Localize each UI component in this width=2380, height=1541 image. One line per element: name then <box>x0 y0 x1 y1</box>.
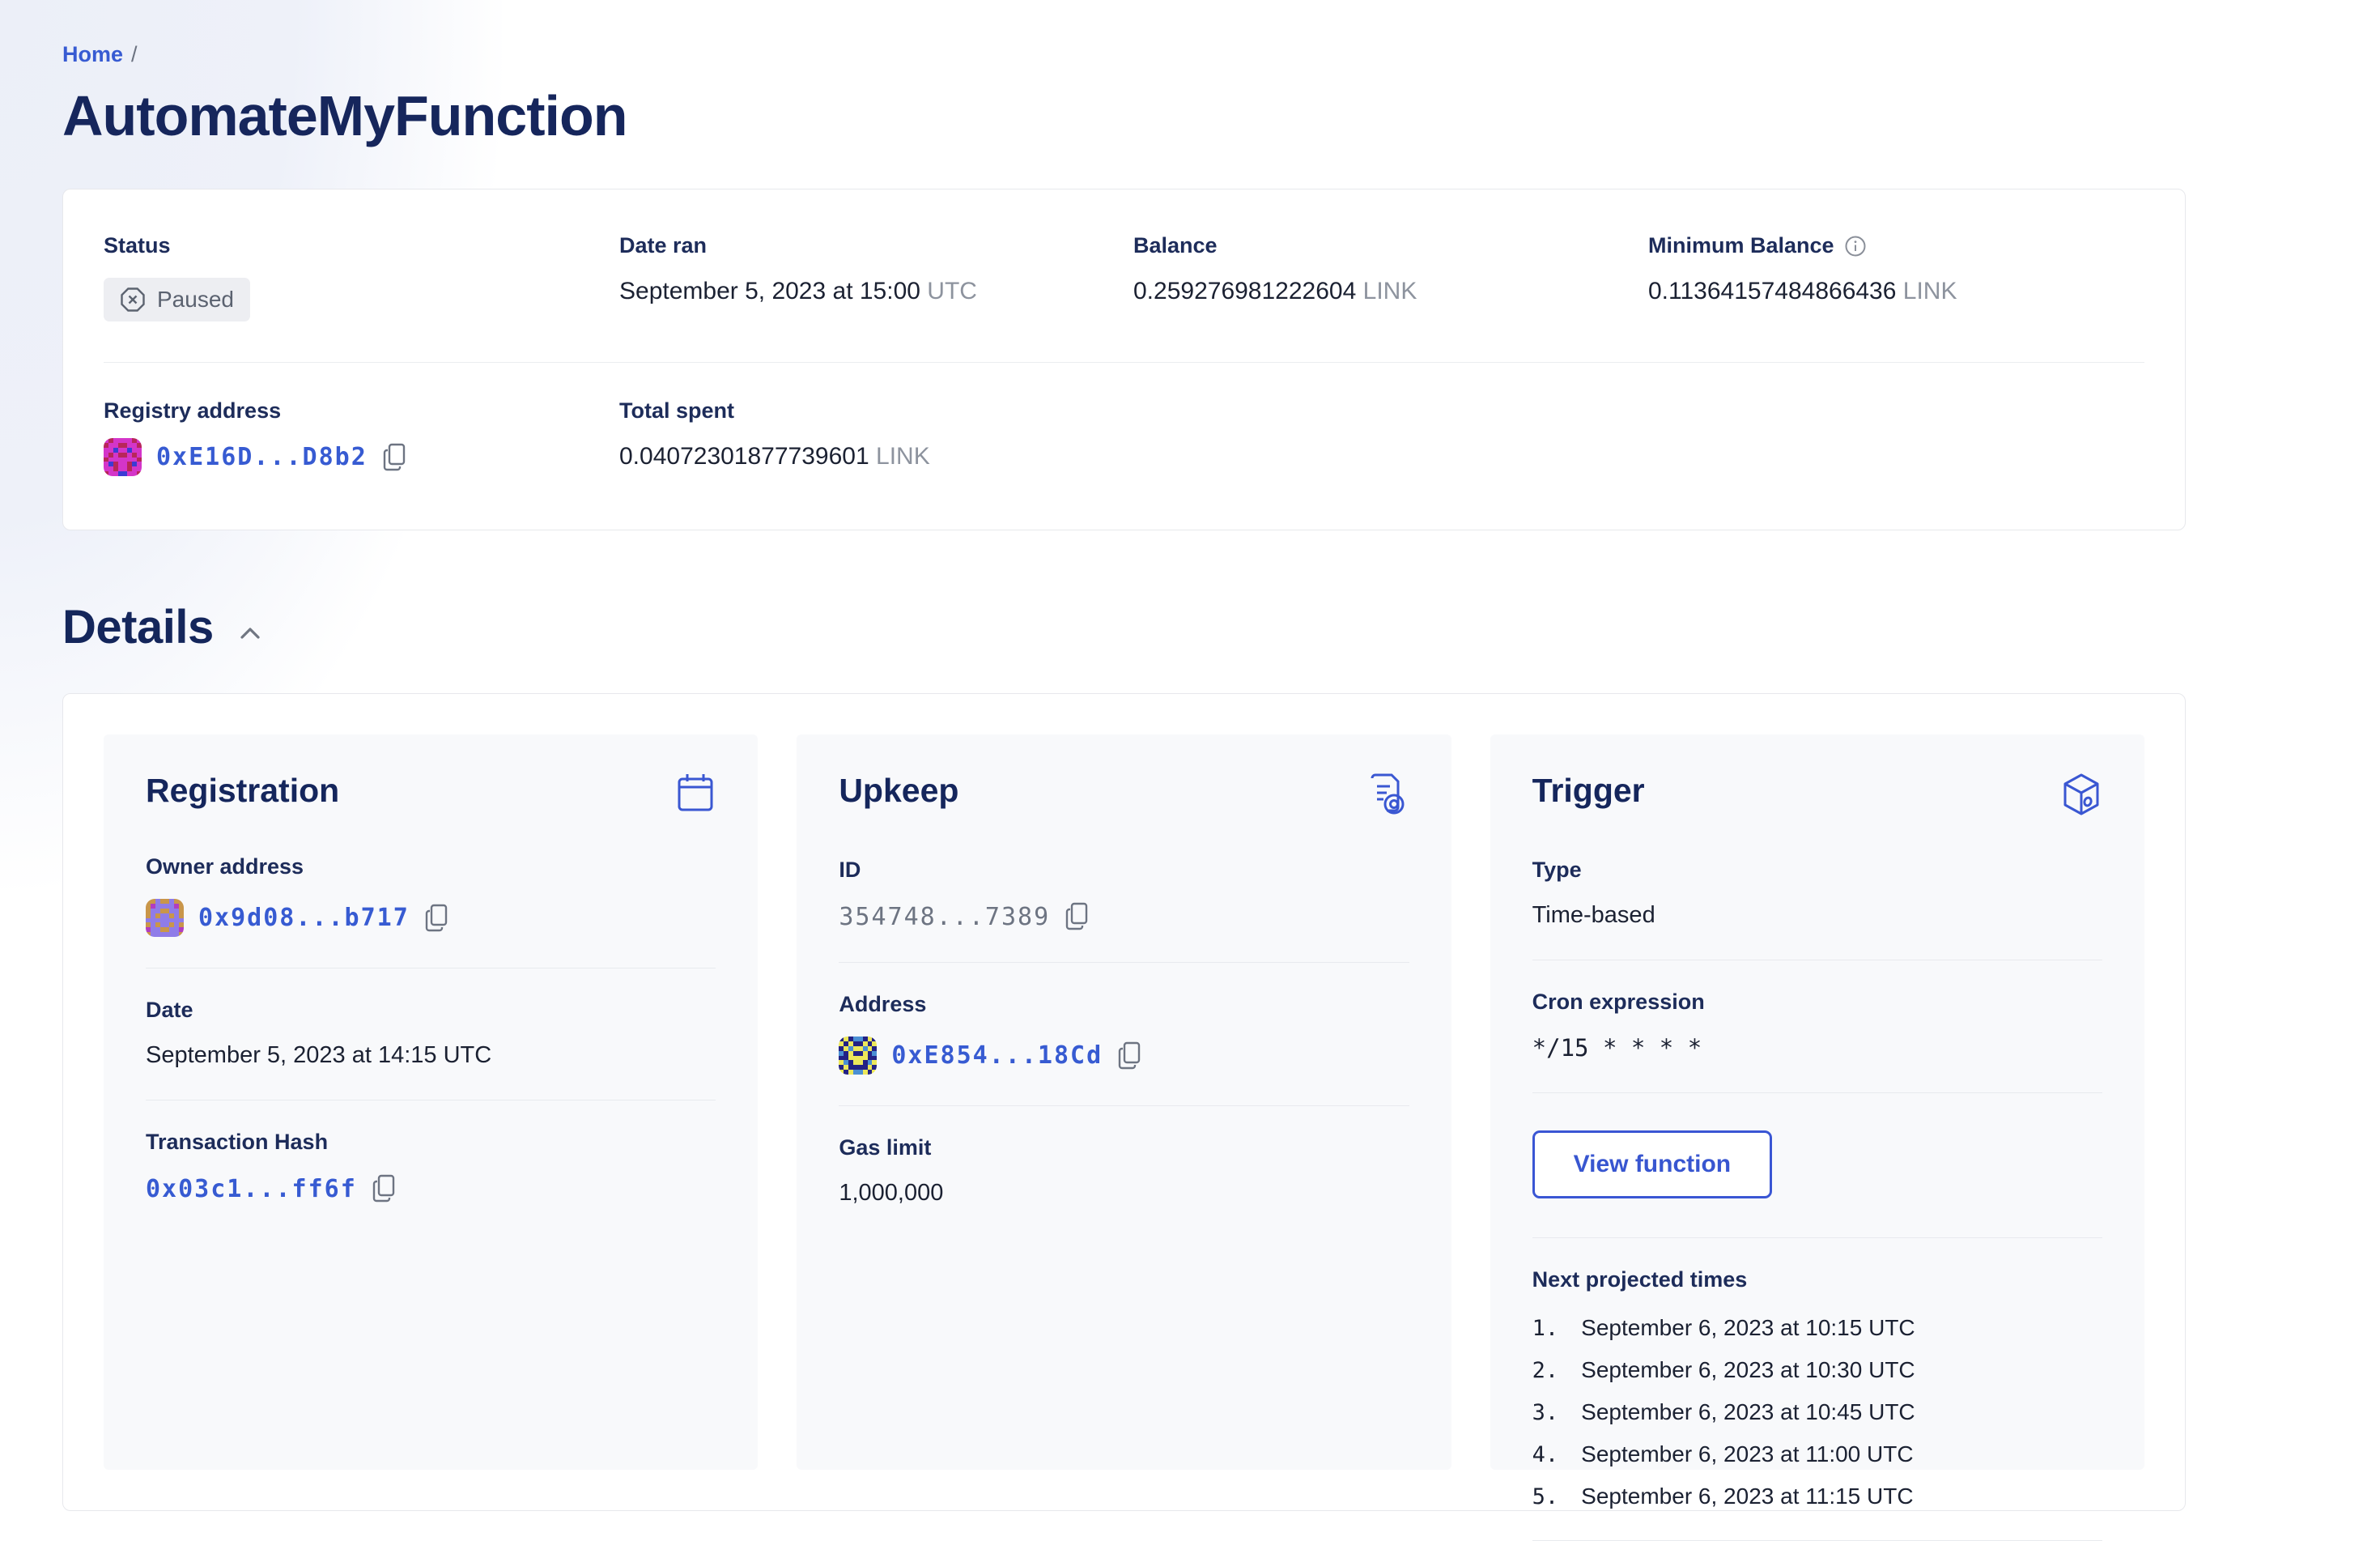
upkeep-id-section: ID 354748...7389 <box>839 828 1409 962</box>
projected-time-item: 1. September 6, 2023 at 10:15 UTC <box>1532 1315 1915 1341</box>
details-heading: Details <box>62 601 214 653</box>
details-header: Details <box>62 600 2186 654</box>
balance-label: Balance <box>1133 233 1218 258</box>
page-title: AutomateMyFunction <box>62 84 628 147</box>
registration-card: Registration Owner address 0x9d08...b717 <box>104 734 759 1470</box>
transaction-hash-label: Transaction Hash <box>146 1130 329 1154</box>
registry-address-label: Registry address <box>104 398 282 423</box>
transaction-hash-section: Transaction Hash 0x03c1...ff6f <box>146 1100 716 1234</box>
balance-value: 0.259276981222604 <box>1133 278 1357 304</box>
trigger-type-label: Type <box>1532 858 1582 882</box>
next-projected-times-label: Next projected times <box>1532 1267 1748 1292</box>
registration-date-label: Date <box>146 998 193 1022</box>
status-label: Status <box>104 233 171 258</box>
date-ran-field: Date ran September 5, 2023 at 15:00 UTC <box>619 233 1133 321</box>
octagon-x-icon <box>120 287 146 313</box>
owner-address-link[interactable]: 0x9d08...b717 <box>198 904 410 932</box>
copy-icon[interactable] <box>424 904 450 933</box>
registration-date-section: Date September 5, 2023 at 14:15 UTC <box>146 968 716 1100</box>
copy-icon[interactable] <box>382 443 408 472</box>
owner-address-label: Owner address <box>146 854 304 879</box>
chevron-up-icon[interactable] <box>235 622 266 645</box>
date-ran-timezone: UTC <box>927 278 977 304</box>
upkeep-title: Upkeep <box>839 772 959 809</box>
main-content: Home / AutomateMyFunction Status Paused … <box>62 0 2186 1541</box>
status-badge-text: Paused <box>157 287 234 312</box>
projected-time-item: 2. September 6, 2023 at 10:30 UTC <box>1532 1357 1915 1383</box>
cron-expression-section: Cron expression */15 * * * * <box>1532 960 2102 1092</box>
copy-icon[interactable] <box>1065 902 1090 931</box>
total-spent-field: Total spent 0.04072301877739601 LINK <box>619 398 1133 476</box>
cube-icon <box>2060 772 2102 817</box>
min-balance-unit: LINK <box>1902 278 1957 304</box>
summary-card: Status Paused Date ran September 5, 2023… <box>62 189 2186 530</box>
projected-time-text: September 6, 2023 at 10:45 UTC <box>1581 1399 1915 1424</box>
registry-address-field: Registry address 0xE16D...D8b2 <box>104 398 619 476</box>
balance-field: Balance 0.259276981222604 LINK <box>1133 233 1648 321</box>
trigger-type-value: Time-based <box>1532 902 1655 928</box>
view-function-button[interactable]: View function <box>1532 1130 1773 1198</box>
min-balance-label: Minimum Balance <box>1648 233 1834 258</box>
registration-title: Registration <box>146 772 340 809</box>
summary-divider <box>104 362 2144 363</box>
breadcrumb-separator: / <box>131 42 138 66</box>
next-projected-times-section: Next projected times 1. September 6, 202… <box>1532 1237 2102 1541</box>
gas-limit-value: 1,000,000 <box>839 1180 944 1206</box>
owner-address-section: Owner address 0x9d08...b717 <box>146 825 716 968</box>
upkeep-id-value: 354748...7389 <box>839 902 1051 931</box>
next-projected-times-list: 1. September 6, 2023 at 10:15 UTC 2. Sep… <box>1532 1315 2102 1509</box>
details-container: Registration Owner address 0x9d08...b717 <box>62 693 2186 1541</box>
total-spent-unit: LINK <box>876 443 930 470</box>
date-ran-value: September 5, 2023 at 15:00 <box>619 278 920 304</box>
upkeep-address-label: Address <box>839 992 927 1016</box>
total-spent-label: Total spent <box>619 398 735 423</box>
status-field: Status Paused <box>104 233 619 321</box>
cron-expression-label: Cron expression <box>1532 990 1705 1014</box>
upkeep-id-label: ID <box>839 858 861 882</box>
upkeep-identicon <box>839 1037 878 1075</box>
projected-time-item: 5. September 6, 2023 at 11:15 UTC <box>1532 1484 1914 1509</box>
registration-date-value: September 5, 2023 at 14:15 UTC <box>146 1042 492 1068</box>
transaction-hash-link[interactable]: 0x03c1...ff6f <box>146 1175 357 1203</box>
registry-identicon <box>104 438 142 476</box>
summary-row-1: Status Paused Date ran September 5, 2023… <box>104 233 2144 321</box>
breadcrumb: Home / <box>62 42 2186 67</box>
total-spent-value: 0.04072301877739601 <box>619 443 869 470</box>
date-ran-label: Date ran <box>619 233 708 258</box>
projected-time-text: September 6, 2023 at 11:15 UTC <box>1581 1484 1914 1509</box>
copy-icon[interactable] <box>372 1174 397 1203</box>
copy-icon[interactable] <box>1117 1041 1143 1071</box>
trigger-card: Trigger Type Time-based Cron expression … <box>1490 734 2144 1541</box>
trigger-type-section: Type Time-based <box>1532 828 2102 960</box>
gas-limit-section: Gas limit 1,000,000 <box>839 1105 1409 1237</box>
view-function-section: View function <box>1532 1092 2102 1237</box>
projected-time-item: 4. September 6, 2023 at 11:00 UTC <box>1532 1441 1914 1467</box>
info-icon[interactable] <box>1844 235 1867 258</box>
breadcrumb-home-link[interactable]: Home <box>62 42 123 66</box>
upkeep-address-link[interactable]: 0xE854...18Cd <box>891 1041 1103 1070</box>
projected-time-text: September 6, 2023 at 10:15 UTC <box>1581 1315 1915 1340</box>
owner-identicon <box>146 899 184 937</box>
projected-time-item: 3. September 6, 2023 at 10:45 UTC <box>1532 1399 1915 1425</box>
registry-address-link[interactable]: 0xE16D...D8b2 <box>156 443 368 471</box>
balance-unit: LINK <box>1362 278 1417 304</box>
projected-time-text: September 6, 2023 at 11:00 UTC <box>1581 1441 1914 1467</box>
min-balance-value: 0.11364157484866436 <box>1648 278 1897 304</box>
gas-limit-label: Gas limit <box>839 1135 932 1160</box>
summary-row-2: Registry address 0xE16D...D8b2 Total spe… <box>104 398 2144 476</box>
document-gear-icon <box>1367 772 1409 817</box>
upkeep-card: Upkeep ID 354748...7389 Address 0xE854..… <box>797 734 1451 1470</box>
status-badge: Paused <box>104 278 250 321</box>
calendar-icon <box>675 772 716 814</box>
min-balance-field: Minimum Balance 0.11364157484866436 LINK <box>1648 233 2144 321</box>
upkeep-address-section: Address 0xE854...18Cd <box>839 962 1409 1105</box>
trigger-title: Trigger <box>1532 772 1645 809</box>
projected-time-text: September 6, 2023 at 10:30 UTC <box>1581 1357 1915 1382</box>
cron-expression-value: */15 * * * * <box>1532 1034 1702 1062</box>
